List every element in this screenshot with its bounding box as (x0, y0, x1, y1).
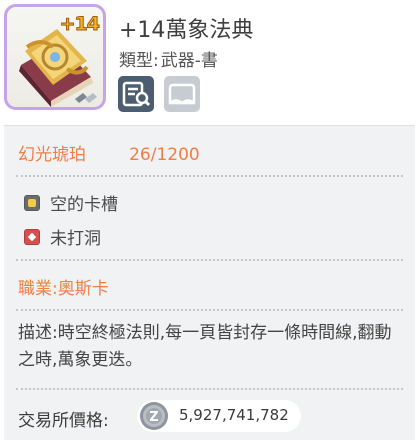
zeny-coin-icon: Z (140, 402, 168, 430)
exchange-price-pill: Z 5,927,741,782 (137, 400, 301, 432)
card-slot-icon (24, 194, 40, 211)
divider (16, 175, 403, 177)
card-slot-row: 空的卡槽 (16, 190, 118, 215)
wardrobe-button[interactable] (164, 76, 200, 112)
divider (16, 388, 403, 390)
socket-label: 未打洞 (50, 229, 101, 249)
exchange-price-value: 5,927,741,782 (179, 406, 289, 424)
item-type-value: 武器-書 (160, 51, 218, 71)
item-detail-panel: 幻光琥珀 26/1200 空的卡槽 未打洞 職業:奧斯卡 描述:時空終極法則,每… (4, 125, 415, 440)
socket-icon (24, 228, 40, 245)
svg-text:Z: Z (149, 410, 158, 425)
refine-material-row: 幻光琥珀 26/1200 (18, 140, 200, 165)
refine-material-count: 26/1200 (129, 145, 200, 165)
socket-row: 未打洞 (16, 224, 101, 249)
job-requirement: 職業:奧斯卡 (18, 279, 109, 299)
divider (16, 259, 403, 261)
item-type: 類型: 武器-書 (119, 46, 218, 71)
item-description: 描述:時空終極法則,每一頁皆封存一條時間線,翻動之時,萬象更迭。 (18, 323, 392, 370)
item-icon-frame: +14 (4, 4, 106, 110)
compare-button[interactable] (118, 76, 154, 112)
divider (16, 309, 403, 311)
wardrobe-icon (168, 83, 196, 105)
item-name: +14萬象法典 (119, 18, 254, 43)
refine-material-label: 幻光琥珀 (18, 145, 86, 165)
item-type-label: 類型: (119, 51, 159, 71)
exchange-price-label: 交易所價格: (18, 411, 109, 431)
compare-icon (122, 81, 151, 107)
card-slot-label: 空的卡槽 (50, 195, 118, 215)
refine-level-badge: +14 (59, 13, 100, 36)
